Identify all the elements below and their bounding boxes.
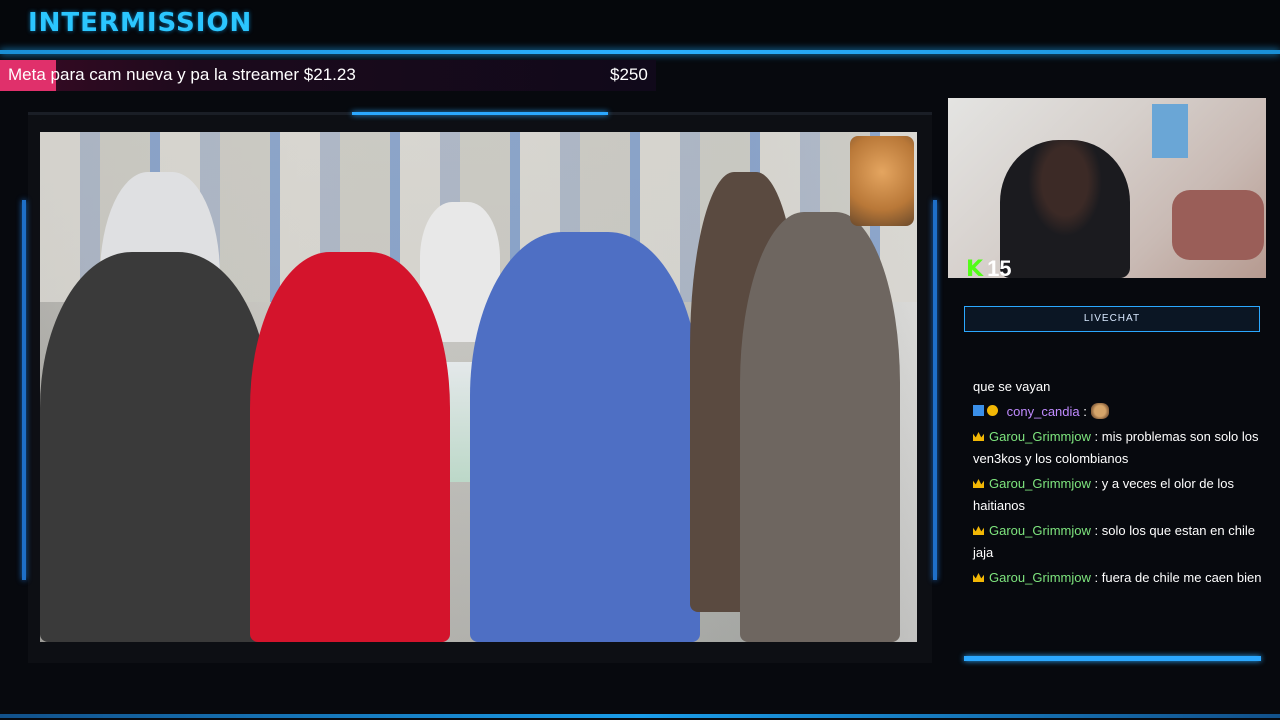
goal-label: Meta [8, 65, 46, 84]
chat-username[interactable]: Garou_Grimmjow [989, 429, 1091, 444]
top-accent-line [0, 50, 1280, 54]
chat-message: Garou_Grimmjow : fuera de chile me caen … [973, 567, 1269, 589]
chat-separator: : [1094, 476, 1099, 491]
webcam-poster-image [1152, 104, 1188, 158]
chat-message-list[interactable]: que se vayan cony_candia : Garou_Grimmjo… [973, 376, 1269, 592]
webcam-chair-image [1172, 190, 1264, 260]
chat-username[interactable]: Garou_Grimmjow [989, 476, 1091, 491]
chat-message-text: que se vayan [973, 379, 1051, 394]
donation-goal-bar: Meta para cam nueva y pa la streamer $21… [0, 60, 656, 91]
blue-badge-icon [973, 405, 984, 416]
person-figure [250, 252, 450, 642]
intermission-title: INTERMISSION [28, 8, 253, 38]
left-side-accent [22, 200, 26, 580]
chat-separator: : [1083, 404, 1087, 419]
goal-current: $21.23 [303, 65, 356, 84]
chat-header: LIVECHAT [964, 306, 1260, 332]
chat-message: Garou_Grimmjow : mis problemas son solo … [973, 426, 1269, 470]
viewer-count: 15 [987, 256, 1012, 281]
chat-message: que se vayan [973, 376, 1269, 398]
chat-message-text: fuera de chile me caen bien [1101, 570, 1262, 585]
cat-emote-icon [1090, 403, 1109, 419]
crown-icon [973, 432, 984, 441]
crown-icon [973, 573, 984, 582]
person-figure [40, 252, 270, 642]
goal-target: $250 [610, 65, 648, 84]
goal-text: Meta para cam nueva y pa la streamer $21… [8, 65, 356, 85]
top-bar: INTERMISSION [0, 0, 1280, 52]
viewer-count-badge: K 15 [966, 256, 1012, 282]
kick-logo-icon: K [966, 257, 984, 282]
right-side-accent [933, 200, 937, 580]
chat-username[interactable]: Garou_Grimmjow [989, 523, 1091, 538]
streamer-figure [1000, 140, 1130, 278]
crown-icon [973, 526, 984, 535]
chat-username[interactable]: Garou_Grimmjow [989, 570, 1091, 585]
gold-badge-icon [987, 405, 998, 416]
cat-sticker-image [850, 136, 914, 226]
crown-icon [973, 479, 984, 488]
main-video[interactable] [40, 132, 917, 642]
video-frame-accent [352, 112, 608, 115]
chat-username[interactable]: cony_candia [1007, 404, 1080, 419]
chat-message: cony_candia : [973, 401, 1269, 423]
person-figure [470, 232, 700, 642]
chat-message: Garou_Grimmjow : y a veces el olor de lo… [973, 473, 1269, 517]
chat-message: Garou_Grimmjow : solo los que estan en c… [973, 520, 1269, 564]
chat-bottom-accent [964, 656, 1261, 661]
person-figure [740, 212, 900, 642]
chat-separator: : [1094, 429, 1099, 444]
bottom-accent-line [0, 714, 1280, 718]
chat-separator: : [1094, 570, 1099, 585]
goal-description: para cam nueva y pa la streamer [50, 65, 300, 84]
chat-separator: : [1094, 523, 1099, 538]
